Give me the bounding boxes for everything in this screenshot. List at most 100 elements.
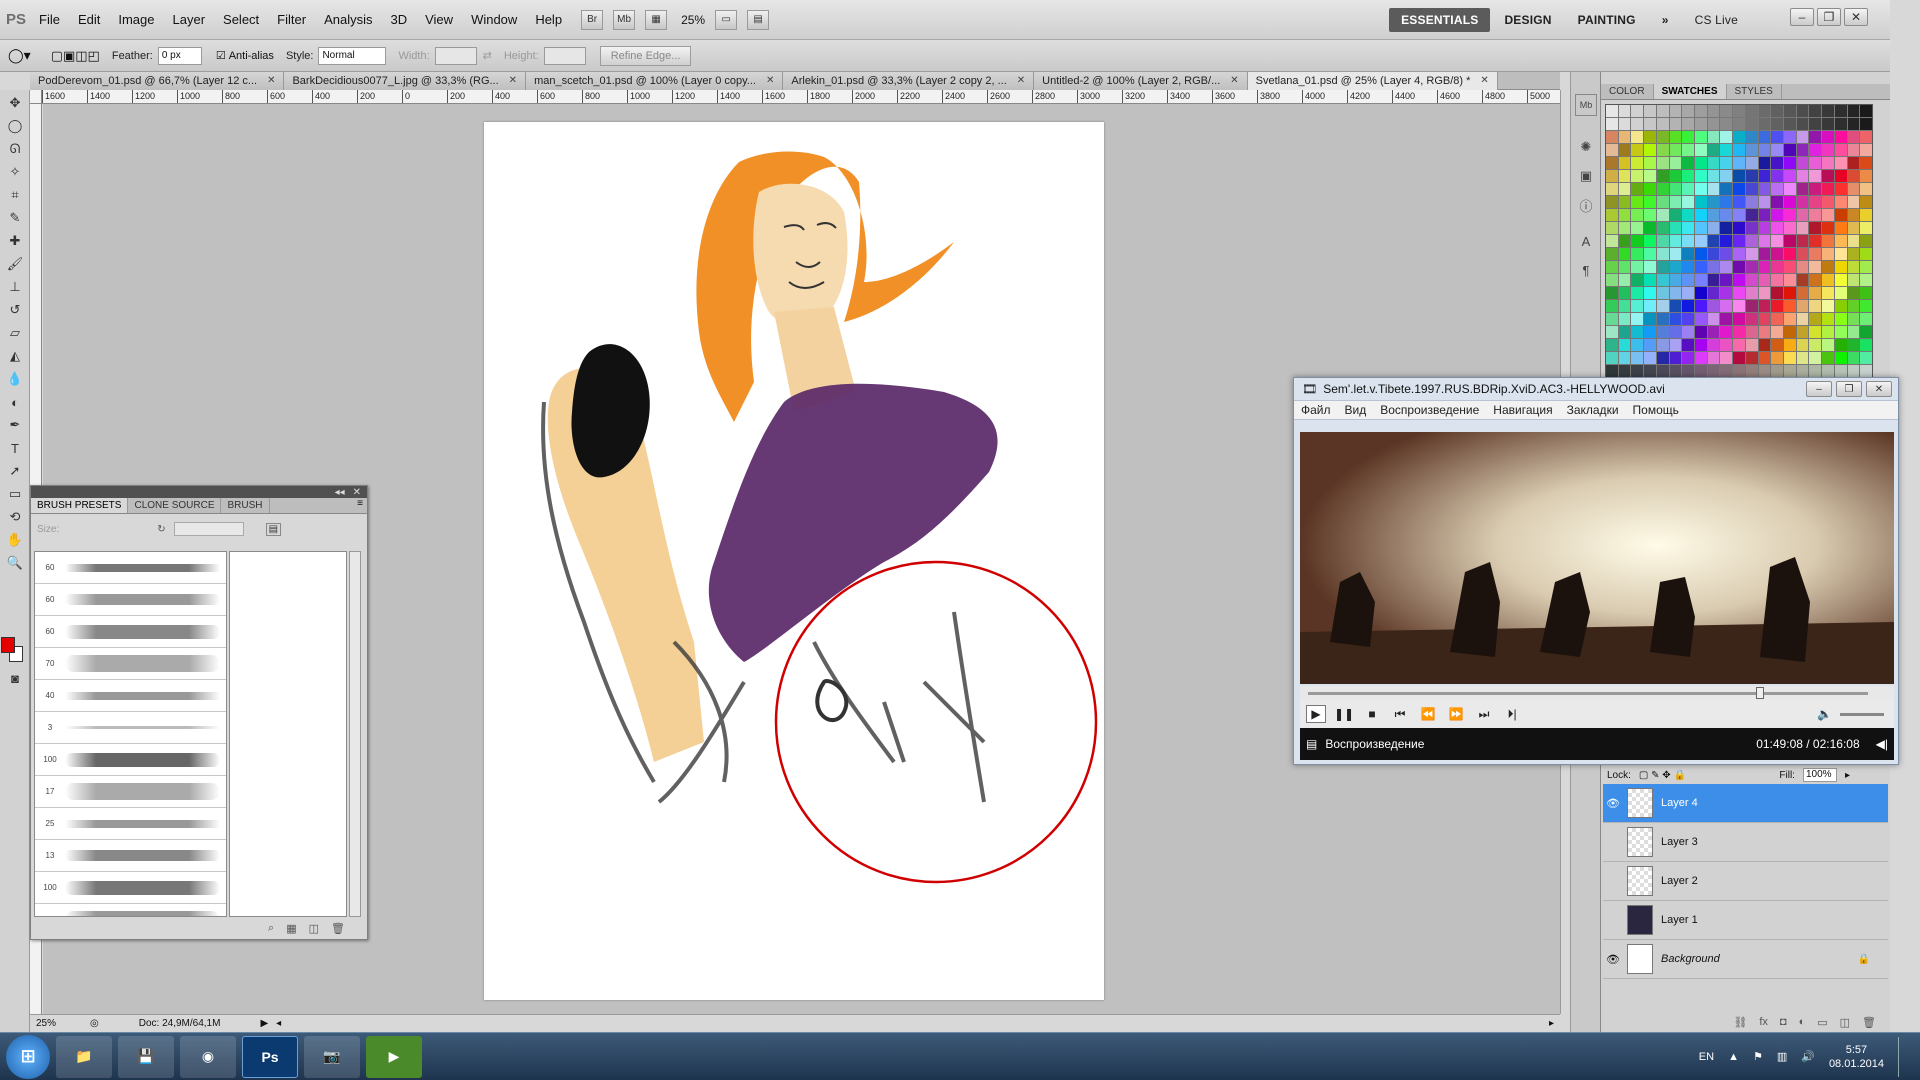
swatch[interactable] — [1669, 261, 1682, 273]
swatch[interactable] — [1682, 300, 1694, 312]
swatch[interactable] — [1860, 339, 1872, 351]
width-input[interactable] — [434, 46, 477, 65]
swatch[interactable] — [1822, 118, 1834, 130]
swatch[interactable] — [1834, 274, 1847, 286]
swatch[interactable] — [1669, 209, 1682, 221]
adjustment-icon[interactable]: ◐ — [1799, 1016, 1806, 1028]
swatch[interactable] — [1695, 365, 1707, 377]
swatch[interactable] — [1834, 222, 1847, 234]
folder-icon[interactable]: ▭ — [1817, 1016, 1827, 1029]
tray-clock[interactable]: 5:57 08.01.2014 — [1829, 1043, 1884, 1071]
swatch[interactable] — [1682, 248, 1694, 260]
new-preset-icon[interactable]: ◫ — [309, 922, 319, 935]
swatch[interactable] — [1733, 352, 1745, 364]
swatch[interactable] — [1669, 105, 1682, 117]
swatch[interactable] — [1695, 287, 1707, 299]
swatch[interactable] — [1758, 144, 1771, 156]
swatch[interactable] — [1771, 118, 1783, 130]
swatch[interactable] — [1796, 261, 1809, 273]
eraser-tool-icon[interactable]: ▱ — [3, 323, 27, 343]
swatch[interactable] — [1809, 287, 1822, 299]
bucket-tool-icon[interactable]: ◭ — [3, 346, 27, 366]
shape-tool-icon[interactable]: ▭ — [3, 484, 27, 504]
swatch[interactable] — [1707, 326, 1720, 338]
swatch[interactable] — [1720, 365, 1733, 377]
swatch[interactable] — [1656, 131, 1669, 143]
player-menu-navigation[interactable]: Навигация — [1486, 403, 1559, 417]
player-minimize-button[interactable]: – — [1806, 381, 1832, 397]
swatch[interactable] — [1695, 209, 1707, 221]
language-indicator[interactable]: EN — [1699, 1051, 1714, 1063]
swatch[interactable] — [1682, 313, 1694, 325]
swatch[interactable] — [1847, 222, 1860, 234]
swatch[interactable] — [1631, 209, 1644, 221]
swatch[interactable] — [1720, 105, 1733, 117]
swatch[interactable] — [1644, 326, 1656, 338]
swatch[interactable] — [1847, 118, 1860, 130]
swatch[interactable] — [1758, 118, 1771, 130]
swatch[interactable] — [1834, 144, 1847, 156]
stop-button[interactable]: ■ — [1362, 705, 1382, 723]
swatch[interactable] — [1669, 196, 1682, 208]
swatch[interactable] — [1618, 131, 1631, 143]
swatch[interactable] — [1809, 365, 1822, 377]
swatch[interactable] — [1707, 144, 1720, 156]
swatch[interactable] — [1669, 118, 1682, 130]
layer-row[interactable]: 👁 Background 🔒 — [1603, 940, 1888, 979]
swatch[interactable] — [1809, 222, 1822, 234]
swatch[interactable] — [1631, 170, 1644, 182]
menu-filter[interactable]: Filter — [268, 0, 315, 40]
swatch[interactable] — [1733, 365, 1745, 377]
swatch[interactable] — [1860, 365, 1872, 377]
swatch[interactable] — [1809, 300, 1822, 312]
lasso-tool-icon[interactable]: ᘏ — [3, 139, 27, 159]
scroll-left-icon[interactable]: ◂ — [276, 1018, 281, 1029]
swatch[interactable] — [1618, 352, 1631, 364]
swatch[interactable] — [1771, 170, 1783, 182]
forward-button[interactable]: ⏩ — [1446, 705, 1466, 723]
swatch[interactable] — [1707, 196, 1720, 208]
swatch[interactable] — [1733, 105, 1745, 117]
swatch[interactable] — [1606, 118, 1618, 130]
swatch[interactable] — [1656, 118, 1669, 130]
swatch[interactable] — [1669, 274, 1682, 286]
swatch[interactable] — [1771, 313, 1783, 325]
image-dock-icon[interactable]: ▣ — [1575, 165, 1597, 187]
dodge-tool-icon[interactable]: ◐ — [3, 392, 27, 412]
swatch[interactable] — [1695, 261, 1707, 273]
player-menu-view[interactable]: Вид — [1338, 403, 1374, 417]
swatch[interactable] — [1682, 131, 1694, 143]
swatch[interactable] — [1669, 300, 1682, 312]
seek-bar[interactable] — [1300, 686, 1894, 700]
swatch[interactable] — [1847, 287, 1860, 299]
swatch[interactable] — [1758, 326, 1771, 338]
status-menu-icon[interactable]: ▶ — [260, 1018, 268, 1029]
close-tab-icon[interactable]: ✕ — [509, 72, 517, 90]
swatch[interactable] — [1847, 365, 1860, 377]
marquee-tool-icon[interactable]: ◯ — [3, 116, 27, 136]
swatch[interactable] — [1860, 183, 1872, 195]
close-tab-icon[interactable]: ✕ — [766, 72, 774, 90]
swatch[interactable] — [1847, 131, 1860, 143]
stamp-tool-icon[interactable]: ⊥ — [3, 277, 27, 297]
swatch[interactable] — [1745, 157, 1758, 169]
swatch[interactable] — [1695, 352, 1707, 364]
player-menu-bookmarks[interactable]: Закладки — [1560, 403, 1626, 417]
swatch[interactable] — [1707, 222, 1720, 234]
swatch[interactable] — [1618, 118, 1631, 130]
swatch[interactable] — [1796, 196, 1809, 208]
swatch[interactable] — [1771, 196, 1783, 208]
swatch[interactable] — [1822, 365, 1834, 377]
swatch[interactable] — [1809, 261, 1822, 273]
swatch[interactable] — [1682, 183, 1694, 195]
swatch[interactable] — [1720, 352, 1733, 364]
swatch[interactable] — [1656, 209, 1669, 221]
brush-preset-item[interactable]: 25 — [35, 808, 226, 840]
swatch[interactable] — [1784, 157, 1796, 169]
swatch[interactable] — [1733, 326, 1745, 338]
swatch[interactable] — [1758, 365, 1771, 377]
brush-preset-item[interactable]: 100 — [35, 904, 226, 916]
swatch[interactable] — [1771, 157, 1783, 169]
swatch[interactable] — [1822, 313, 1834, 325]
history-brush-tool-icon[interactable]: ↺ — [3, 300, 27, 320]
